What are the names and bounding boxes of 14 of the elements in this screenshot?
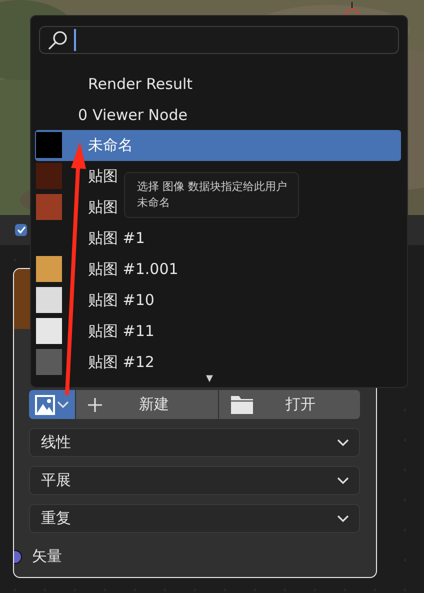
item-name: 贴图 #12 — [88, 353, 154, 372]
tooltip-text: 选择 图像 数据块指定给此用户 — [137, 179, 286, 195]
item-name: Viewer Node — [92, 106, 188, 124]
item-name: 贴图 — [88, 198, 118, 217]
item-name: 贴图 #11 — [88, 322, 154, 341]
socket-label: 矢量 — [32, 547, 62, 566]
tooltip-text: 未命名 — [137, 195, 171, 211]
item-name: 贴图 #1.001 — [88, 260, 178, 279]
item-name: Render Result — [88, 74, 193, 92]
item-name: 贴图 #10 — [88, 291, 154, 310]
item-name: 贴图 — [88, 167, 118, 186]
item-name: 贴图 #1 — [88, 229, 145, 248]
user-count: 0 — [78, 106, 88, 124]
item-name: 未命名 — [88, 136, 133, 155]
